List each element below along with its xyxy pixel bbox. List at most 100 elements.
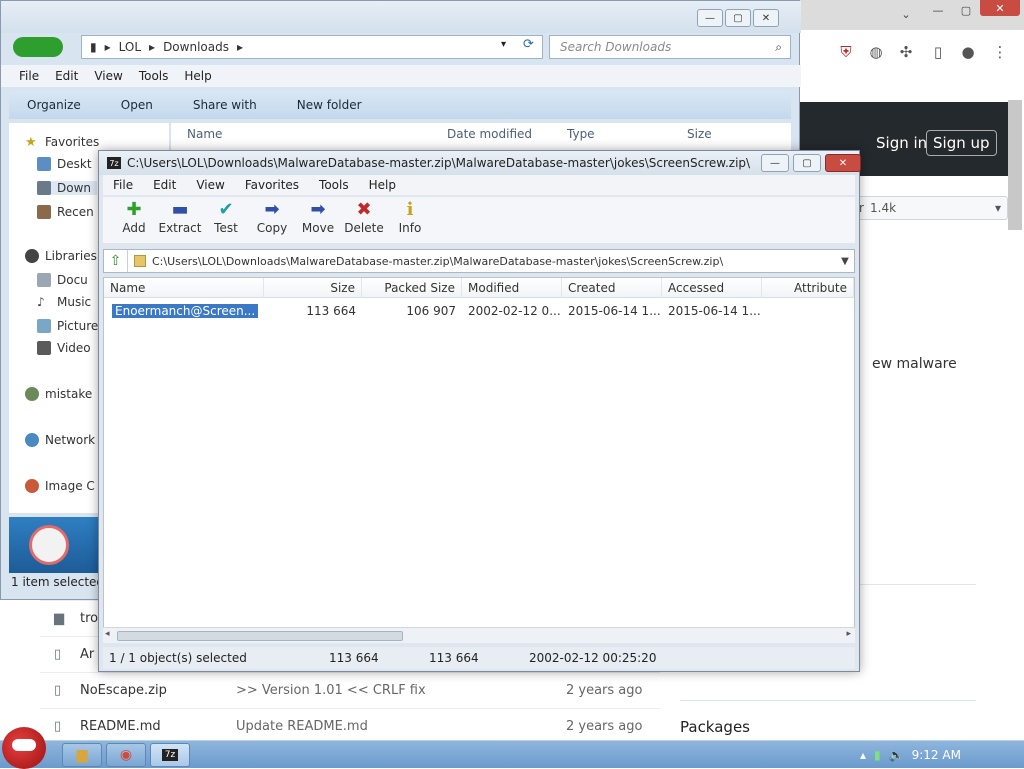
sign-in-link[interactable]: Sign in — [870, 130, 933, 156]
taskbar-browser-button[interactable]: ◉ — [106, 743, 146, 767]
column-header-created[interactable]: Created — [562, 278, 662, 298]
file-packed-size-cell: 106 907 — [406, 304, 456, 318]
column-header-size[interactable]: Size — [687, 127, 712, 141]
organize-button[interactable]: Organize — [27, 98, 81, 112]
menu-tools[interactable]: Tools — [139, 69, 169, 83]
taskbar-explorer-button[interactable]: ▆ — [62, 743, 102, 767]
menu-edit[interactable]: Edit — [143, 178, 186, 192]
sidebar-item-videos[interactable]: Video — [37, 341, 91, 355]
menu-edit[interactable]: Edit — [55, 69, 78, 83]
scroll-thumb[interactable] — [117, 631, 403, 641]
menu-tools[interactable]: Tools — [309, 178, 359, 192]
browser-minimize-button[interactable]: — — [926, 2, 950, 18]
zip-maximize-button[interactable]: ▢ — [793, 154, 821, 172]
delete-button[interactable]: ✖ Delete — [341, 197, 387, 243]
address-dropdown-icon[interactable]: ▾ — [501, 39, 506, 50]
test-button[interactable]: ✔ Test — [203, 197, 249, 243]
up-folder-icon[interactable]: ⇧ — [104, 250, 128, 272]
repo-file-message[interactable]: Update README.md — [236, 719, 566, 734]
back-forward-buttons[interactable] — [13, 37, 63, 57]
menu-help[interactable]: Help — [359, 178, 406, 192]
new-folder-button[interactable]: New folder — [297, 98, 362, 112]
sidebar-item-documents[interactable]: Docu — [37, 273, 88, 287]
path-dropdown-icon[interactable]: ▼ — [836, 256, 854, 267]
zip-close-button[interactable]: ✕ — [825, 154, 861, 172]
move-button[interactable]: ➡ Move — [295, 197, 341, 243]
shield-extension-icon[interactable]: ⛨ — [836, 42, 856, 62]
sidebar-item-image[interactable]: Image C — [25, 479, 95, 493]
sidebar-item-libraries[interactable]: Libraries — [25, 249, 97, 263]
volume-mute-icon[interactable]: 🔈 — [889, 748, 904, 762]
profile-avatar-icon[interactable]: ● — [958, 42, 978, 62]
browser-chevron-down-icon[interactable]: ⌄ — [894, 6, 918, 22]
star-icon: ★ — [25, 135, 37, 150]
explorer-maximize-button[interactable]: ▢ — [725, 9, 751, 27]
menu-file[interactable]: File — [103, 178, 143, 192]
menu-favorites[interactable]: Favorites — [235, 178, 309, 192]
open-button[interactable]: Open — [121, 98, 153, 112]
start-button[interactable] — [2, 727, 46, 769]
horizontal-scrollbar[interactable]: ◂ ▸ — [103, 627, 855, 643]
column-header-size[interactable]: Size — [264, 278, 362, 298]
menu-file[interactable]: File — [19, 69, 39, 83]
sidebar-item-downloads[interactable]: Down — [37, 181, 98, 195]
browser-maximize-button[interactable]: ▢ — [954, 2, 978, 18]
info-button[interactable]: i Info — [387, 197, 433, 243]
table-row[interactable]: Enoermanch@Screen... 113 664 106 907 200… — [104, 302, 854, 320]
browser-close-button[interactable]: ✕ — [980, 0, 1020, 16]
breadcrumb-root[interactable]: LOL — [119, 40, 141, 54]
network-tray-icon[interactable]: ▮ — [874, 748, 881, 762]
puzzle-extension-icon[interactable]: ✣ — [896, 42, 916, 62]
explorer-minimize-button[interactable]: — — [697, 9, 723, 27]
column-header-type[interactable]: Type — [567, 127, 595, 141]
circle-extension-icon[interactable]: ◍ — [866, 42, 886, 62]
sidebar-item-recent[interactable]: Recen — [37, 205, 94, 219]
repo-file-message[interactable]: >> Version 1.01 << CRLF fix — [236, 683, 566, 698]
column-header-date-modified[interactable]: Date modified — [447, 127, 532, 141]
taskbar-7zip-button[interactable]: 7z — [150, 743, 190, 767]
zip-path-bar[interactable]: ⇧ C:\Users\LOL\Downloads\MalwareDatabase… — [103, 249, 855, 273]
scroll-right-icon[interactable]: ▸ — [846, 629, 851, 639]
sidebar-item-desktop[interactable]: Deskt — [37, 157, 92, 171]
clock[interactable]: 9:12 AM — [912, 748, 961, 762]
star-button[interactable]: tar 1.4k ▾ — [840, 196, 1008, 220]
path-input[interactable]: C:\Users\LOL\Downloads\MalwareDatabase-m… — [152, 255, 836, 268]
list-item[interactable]: ▯ NoEscape.zip >> Version 1.01 << CRLF f… — [40, 672, 660, 708]
add-button[interactable]: ✚ Add — [111, 197, 157, 243]
menu-view[interactable]: View — [186, 178, 234, 192]
repo-file-name[interactable]: NoEscape.zip — [80, 683, 236, 698]
sign-up-button[interactable]: Sign up — [926, 130, 997, 156]
column-header-name[interactable]: Name — [187, 127, 222, 141]
menu-help[interactable]: Help — [184, 69, 211, 83]
column-header-accessed[interactable]: Accessed — [662, 278, 762, 298]
list-item[interactable]: ▯ README.md Update README.md 2 years ago — [40, 708, 660, 744]
sidebar-item-music[interactable]: ♪ Music — [37, 295, 91, 309]
sidebar-item-homegroup[interactable]: mistake — [25, 387, 92, 401]
sidebar-panel-icon[interactable]: ▯ — [928, 42, 948, 62]
column-header-name[interactable]: Name — [104, 278, 264, 298]
copy-button[interactable]: ➡ Copy — [249, 197, 295, 243]
column-header-modified[interactable]: Modified — [462, 278, 562, 298]
browser-scrollbar[interactable] — [1008, 100, 1022, 230]
show-hidden-icons[interactable]: ▴ — [860, 748, 866, 762]
zip-minimize-button[interactable]: — — [761, 154, 789, 172]
scroll-left-icon[interactable]: ◂ — [105, 629, 110, 639]
kebab-menu-icon[interactable]: ⋮ — [990, 42, 1010, 62]
menu-view[interactable]: View — [94, 69, 122, 83]
column-header-attributes[interactable]: Attribute — [762, 278, 854, 298]
file-name-cell[interactable]: Enoermanch@Screen... — [104, 302, 264, 320]
repo-file-name[interactable]: README.md — [80, 719, 236, 734]
share-with-button[interactable]: Share with — [193, 98, 257, 112]
explorer-close-button[interactable]: ✕ — [753, 9, 779, 27]
extract-button[interactable]: ▬ Extract — [157, 197, 203, 243]
address-bar[interactable]: ▮ ▸ LOL ▸ Downloads ▸ — [81, 35, 543, 59]
search-input[interactable]: Search Downloads ⌕ — [549, 35, 791, 59]
search-icon[interactable]: ⌕ — [775, 40, 782, 55]
refresh-icon[interactable]: ⟳ — [523, 37, 534, 52]
sidebar-item-favorites[interactable]: ★ Favorites — [25, 135, 99, 150]
sidebar-item-pictures[interactable]: Picture — [37, 319, 98, 333]
sidebar-item-network[interactable]: Network — [25, 433, 95, 447]
breadcrumb-folder[interactable]: Downloads — [163, 40, 229, 54]
column-header-packed-size[interactable]: Packed Size — [362, 278, 462, 298]
delete-icon: ✖ — [356, 198, 372, 220]
